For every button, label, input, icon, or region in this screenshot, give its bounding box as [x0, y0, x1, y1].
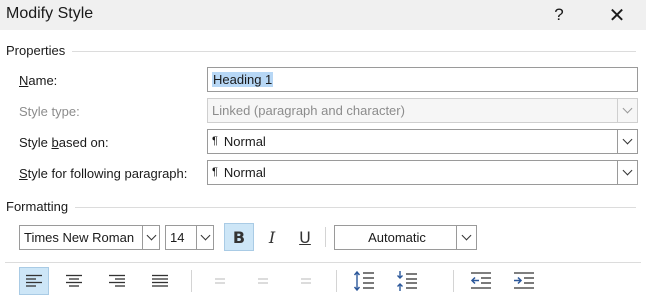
following-paragraph-dropdown[interactable]: ¶ Normal — [207, 160, 638, 185]
justify-button[interactable] — [145, 267, 175, 295]
decrease-line-spacing-icon — [397, 271, 417, 291]
based-on-dropdown[interactable]: ¶ Normal — [207, 129, 638, 154]
spacing-divider — [336, 270, 337, 292]
italic-button[interactable]: I — [257, 223, 287, 251]
font-name-dropdown[interactable]: Times New Roman — [19, 225, 160, 250]
properties-divider — [72, 51, 636, 52]
decrease-indent-icon — [470, 272, 491, 289]
align-right-button[interactable] — [102, 267, 132, 295]
align-left-button[interactable] — [19, 267, 49, 295]
alignment-divider — [191, 270, 192, 292]
based-on-value: Normal — [223, 134, 266, 149]
name-value: Heading 1 — [212, 72, 274, 87]
bold-icon: B — [232, 227, 246, 247]
increase-indent-icon — [514, 272, 534, 289]
distributed-3-icon — [301, 278, 311, 284]
increase-line-spacing-button[interactable] — [349, 267, 379, 295]
name-field[interactable]: Heading 1 — [207, 67, 638, 92]
distributed-1-button[interactable] — [205, 267, 235, 295]
align-center-icon — [66, 274, 82, 287]
decrease-indent-button[interactable] — [466, 267, 496, 295]
properties-heading: Properties — [6, 43, 66, 58]
chevron-down-icon[interactable] — [617, 130, 637, 153]
dialog-title: Modify Style — [6, 5, 94, 22]
title-bar: Modify Style ? ✕ — [0, 0, 646, 30]
close-button[interactable]: ✕ — [594, 0, 640, 30]
style-type-label: Style type: — [19, 104, 80, 119]
distributed-3-button[interactable] — [291, 267, 321, 295]
chevron-down-icon[interactable] — [456, 226, 476, 249]
style-type-value: Linked (paragraph and character) — [212, 103, 405, 118]
formatting-heading: Formatting — [6, 199, 69, 214]
help-icon: ? — [554, 5, 564, 24]
distributed-2-button[interactable] — [248, 267, 278, 295]
justify-icon — [152, 274, 168, 287]
align-left-icon — [26, 274, 42, 287]
pilcrow-icon: ¶ — [212, 135, 218, 147]
italic-icon: I — [268, 227, 276, 247]
toolbar-row-divider — [5, 262, 641, 263]
increase-line-spacing-icon — [353, 270, 374, 292]
help-button[interactable]: ? — [536, 0, 582, 30]
formatting-divider — [75, 207, 636, 208]
bold-button[interactable]: B — [224, 223, 254, 251]
font-size-dropdown[interactable]: 14 — [165, 225, 214, 250]
font-color-dropdown[interactable]: Automatic — [334, 225, 477, 250]
font-name-value: Times New Roman — [24, 230, 135, 245]
distributed-2-icon — [258, 278, 268, 284]
underline-button[interactable]: U — [290, 223, 320, 251]
chevron-down-icon[interactable] — [617, 161, 637, 184]
font-size-value: 14 — [170, 230, 185, 245]
increase-indent-button[interactable] — [509, 267, 539, 295]
toolbar-divider — [325, 227, 326, 247]
align-center-button[interactable] — [59, 267, 89, 295]
following-paragraph-label: Style for following paragraph: — [19, 166, 188, 181]
chevron-down-icon — [617, 99, 637, 122]
based-on-label: Style based on: — [19, 135, 109, 150]
name-label: Name: — [19, 73, 58, 88]
font-color-value: Automatic — [368, 230, 426, 245]
following-paragraph-value: Normal — [223, 165, 266, 180]
close-icon: ✕ — [608, 4, 626, 27]
chevron-down-icon[interactable] — [142, 226, 159, 249]
distributed-1-icon — [215, 278, 225, 284]
decrease-line-spacing-button[interactable] — [392, 267, 422, 295]
pilcrow-icon: ¶ — [212, 166, 218, 178]
chevron-down-icon[interactable] — [196, 226, 213, 249]
underline-icon: U — [299, 227, 311, 247]
align-right-icon — [109, 274, 125, 287]
indent-divider — [453, 270, 454, 292]
style-type-dropdown: Linked (paragraph and character) — [207, 98, 638, 123]
